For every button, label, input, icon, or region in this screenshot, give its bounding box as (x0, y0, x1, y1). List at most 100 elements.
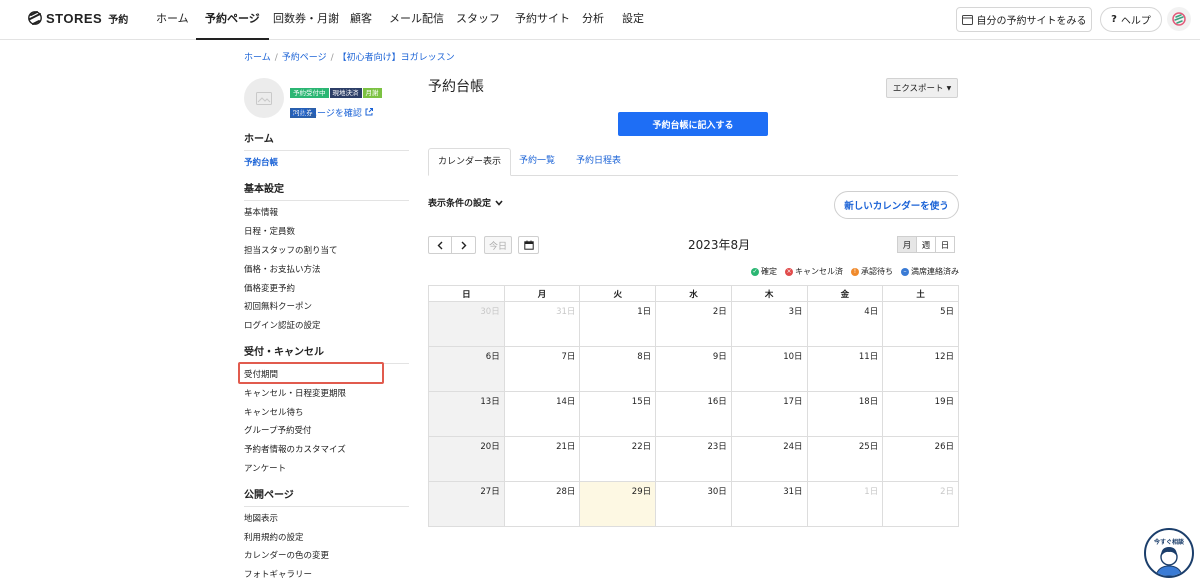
brand-name: STORES (46, 10, 103, 26)
day-cell[interactable]: 11日 (806, 346, 884, 392)
view-day-button[interactable]: 日 (935, 236, 955, 253)
day-cell[interactable]: 10日 (730, 346, 808, 392)
day-cell[interactable]: 14日 (503, 391, 581, 437)
status-badge: 予約受付中 (290, 88, 329, 98)
day-cell[interactable]: 23日 (655, 436, 732, 482)
prev-month-button[interactable] (428, 236, 452, 254)
sidebar-item-price-change[interactable]: 価格変更予約 (244, 282, 295, 294)
day-cell[interactable]: 25日 (806, 436, 884, 482)
nav-analytics[interactable]: 分析 (582, 0, 604, 40)
calendar-view-switch: 月 週 日 (897, 236, 955, 253)
sidebar-item-reservation-ledger[interactable]: 予約台帳 (244, 156, 278, 168)
new-calendar-button[interactable]: 新しいカレンダーを使う (834, 191, 959, 219)
sidebar-item-terms[interactable]: 利用規約の設定 (244, 531, 304, 543)
sidebar-item-basic-info[interactable]: 基本情報 (244, 206, 278, 218)
day-cell[interactable]: 2日 (882, 481, 959, 527)
tab-reservation-schedule[interactable]: 予約日程表 (567, 148, 630, 176)
account-avatar[interactable] (1167, 7, 1191, 31)
nav-home[interactable]: ホーム (156, 0, 189, 40)
day-cell[interactable]: 31日 (503, 301, 581, 347)
exclamation-icon: ! (851, 267, 859, 276)
nav-mail[interactable]: メール配信 (389, 0, 444, 40)
minus-icon: – (901, 267, 909, 276)
breadcrumb-reservation-pages[interactable]: 予約ページ (282, 53, 327, 63)
day-cell[interactable]: 8日 (579, 346, 657, 392)
public-page-link-label: 公開ページを確認 (290, 109, 362, 119)
day-cell[interactable]: 2日 (655, 301, 732, 347)
help-button[interactable]: ? ヘルプ (1100, 7, 1162, 32)
export-dropdown[interactable]: エクスポート ▼ (886, 78, 958, 98)
sidebar-item-survey[interactable]: アンケート (244, 462, 286, 474)
day-cell[interactable]: 5日 (882, 301, 959, 347)
day-cell[interactable]: 15日 (579, 391, 657, 437)
sidebar-item-cancel-deadline[interactable]: キャンセル・日程変更期限 (244, 387, 346, 399)
day-cell[interactable]: 24日 (730, 436, 808, 482)
day-cell[interactable]: 28日 (503, 481, 581, 527)
sidebar-item-calendar-color[interactable]: カレンダーの色の変更 (244, 549, 329, 561)
day-cell[interactable]: 3日 (730, 301, 808, 347)
view-my-site-label: 自分の予約サイトをみる (976, 16, 1087, 27)
day-cell[interactable]: 7日 (503, 346, 581, 392)
top-nav: STORES 予約 ホーム 予約ページ 回数券・月謝 顧客 メール配信 スタッフ… (0, 0, 1200, 40)
day-cell[interactable]: 31日 (730, 481, 808, 527)
sidebar-item-staff-assignment[interactable]: 担当スタッフの割り当て (244, 244, 338, 256)
consult-now-widget[interactable]: 今すぐ相談 (1144, 528, 1194, 578)
day-cell[interactable]: 27日 (428, 481, 505, 527)
day-cell[interactable]: 30日 (655, 481, 732, 527)
view-week-button[interactable]: 週 (916, 236, 936, 253)
sidebar-item-group-reservation[interactable]: グループ予約受付 (244, 424, 312, 436)
breadcrumb-current-page[interactable]: 【初心者向け】ヨガレッスン (338, 53, 455, 63)
day-cell[interactable]: 21日 (503, 436, 581, 482)
day-cell[interactable]: 17日 (730, 391, 808, 437)
day-cell[interactable]: 30日 (428, 301, 505, 347)
day-cell[interactable]: 26日 (882, 436, 959, 482)
image-placeholder-icon (256, 91, 272, 105)
display-conditions-toggle[interactable]: 表示条件の設定 (428, 196, 503, 209)
nav-reservation-pages[interactable]: 予約ページ (196, 0, 269, 40)
sidebar-item-login-auth[interactable]: ログイン認証の設定 (244, 319, 321, 331)
add-reservation-button[interactable]: 予約台帳に記入する (618, 112, 768, 136)
weekday-header: 水 (655, 285, 732, 302)
day-cell[interactable]: 9日 (655, 346, 732, 392)
sidebar-item-customer-info-customize[interactable]: 予約者情報のカスタマイズ (244, 443, 346, 455)
nav-reservation-site[interactable]: 予約サイト (515, 0, 570, 40)
day-cell[interactable]: 18日 (806, 391, 884, 437)
view-my-site-button[interactable]: 自分の予約サイトをみる (956, 7, 1092, 32)
public-page-link[interactable]: 公開ページを確認 (290, 106, 373, 119)
day-cell-today[interactable]: 29日 (579, 481, 657, 527)
sidebar-item-waitlist[interactable]: キャンセル待ち (244, 406, 304, 418)
sidebar-item-photo-gallery[interactable]: フォトギャラリー (244, 568, 312, 580)
day-cell[interactable]: 6日 (428, 346, 505, 392)
nav-staff[interactable]: スタッフ (456, 0, 500, 40)
tab-reservation-list[interactable]: 予約一覧 (510, 148, 564, 176)
sidebar-item-first-free-coupon[interactable]: 初回無料クーポン (244, 300, 312, 312)
day-cell[interactable]: 12日 (882, 346, 959, 392)
sidebar-item-schedule-capacity[interactable]: 日程・定員数 (244, 225, 295, 237)
breadcrumb-home[interactable]: ホーム (244, 53, 271, 63)
next-month-button[interactable] (451, 236, 476, 254)
stores-logo[interactable]: STORES 予約 (28, 10, 128, 26)
day-cell[interactable]: 22日 (579, 436, 657, 482)
today-button[interactable]: 今日 (484, 236, 512, 254)
tab-calendar-view[interactable]: カレンダー表示 (428, 148, 512, 176)
sidebar-section-home: ホーム (244, 130, 409, 151)
day-cell[interactable]: 4日 (806, 301, 884, 347)
nav-tickets[interactable]: 回数券・月謝 (273, 0, 339, 40)
sidebar-section-public-page: 公開ページ (244, 486, 409, 507)
day-cell[interactable]: 19日 (882, 391, 959, 437)
sidebar-item-reception-period[interactable]: 受付期間 (244, 368, 278, 380)
sidebar-section-reception-cancel: 受付・キャンセル (244, 343, 409, 364)
sidebar-item-price-payment[interactable]: 価格・お支払い方法 (244, 263, 321, 275)
date-picker-button[interactable] (518, 236, 539, 254)
weekday-header-row: 日 月 火 水 木 金 土 (428, 285, 959, 302)
day-cell[interactable]: 20日 (428, 436, 505, 482)
view-month-button[interactable]: 月 (897, 236, 917, 253)
day-cell[interactable]: 1日 (806, 481, 884, 527)
nav-customers[interactable]: 顧客 (350, 0, 372, 40)
sidebar-item-map[interactable]: 地図表示 (244, 512, 278, 524)
calendar-grid: 日 月 火 水 木 金 土 30日 31日 1日 2日 3日 4日 5日 6日 … (428, 285, 959, 527)
nav-settings[interactable]: 設定 (622, 0, 644, 40)
day-cell[interactable]: 13日 (428, 391, 505, 437)
day-cell[interactable]: 1日 (579, 301, 657, 347)
day-cell[interactable]: 16日 (655, 391, 732, 437)
